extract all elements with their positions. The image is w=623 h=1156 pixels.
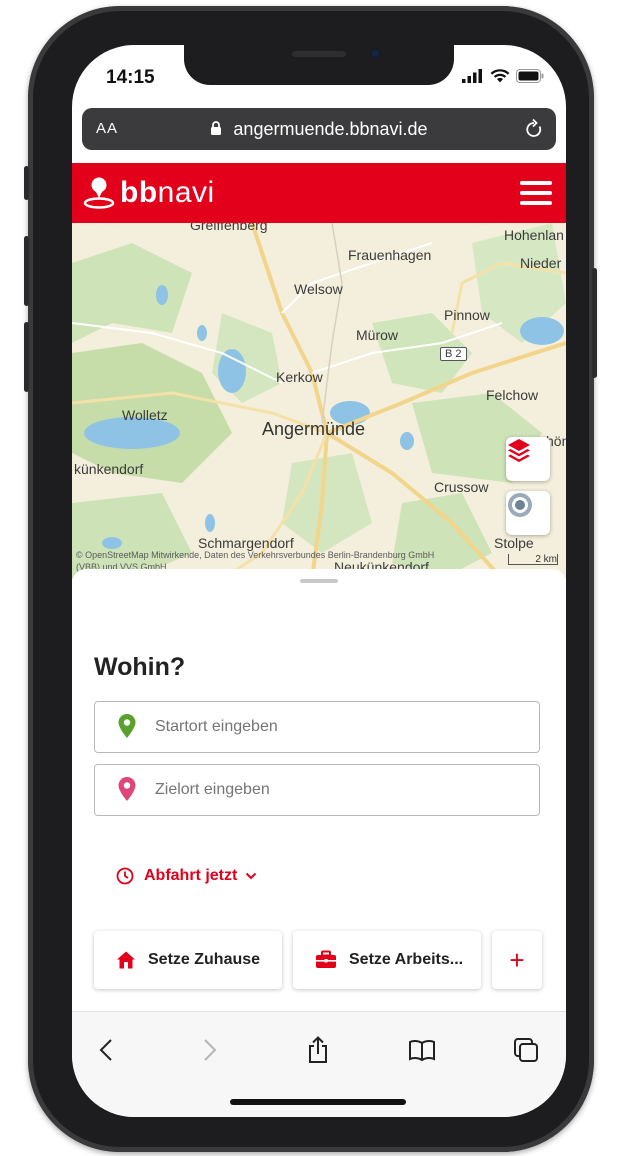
share-icon (309, 1036, 327, 1063)
locate-icon (508, 493, 532, 517)
departure-time-selector[interactable]: Abfahrt jetzt (116, 867, 257, 885)
place-label: Felchow (486, 387, 539, 403)
power-button (592, 268, 597, 378)
destination-pin-icon (118, 777, 136, 801)
location-pin-logo-icon (83, 177, 115, 209)
mute-switch (24, 166, 29, 200)
notch (184, 45, 454, 85)
place-label: Nieder (520, 255, 562, 271)
place-label: Kerkow (276, 369, 323, 385)
volume-down-button (24, 322, 29, 392)
logo-bold-text: bb (120, 176, 158, 209)
destination-input[interactable]: Zielort eingeben (94, 764, 540, 816)
lock-icon (211, 121, 222, 135)
browser-address-bar[interactable]: AA angermuende.bbnavi.de (82, 108, 556, 150)
departure-label: Abfahrt jetzt (144, 867, 238, 884)
place-label: künkendorf (74, 461, 144, 477)
layers-button[interactable] (506, 437, 550, 481)
bbnavi-logo[interactable]: bbnavi (82, 176, 215, 210)
start-placeholder: Startort eingeben (155, 718, 278, 735)
home-icon (117, 951, 135, 969)
place-label: Crussow (434, 479, 489, 495)
place-label: Mürow (356, 327, 399, 343)
tabs-button[interactable] (506, 1030, 546, 1070)
status-time: 14:15 (106, 67, 155, 88)
back-button[interactable] (86, 1030, 126, 1070)
layers-icon (508, 439, 530, 462)
map-view[interactable]: Greiffenberg Hohenlan Frauenhagen Nieder… (72, 223, 566, 579)
bookmarks-button[interactable] (402, 1030, 442, 1070)
logo-light-text: navi (157, 176, 215, 209)
app-header: bbnavi (72, 163, 566, 223)
url-text: angermuende.bbnavi.de (233, 119, 428, 139)
sheet-grabber[interactable] (300, 579, 338, 583)
menu-icon[interactable] (520, 181, 552, 205)
route-planner-sheet: Wohin? Startort eingeben Zielort eingebe… (72, 569, 566, 1025)
start-pin-icon (118, 714, 136, 738)
locate-button[interactable] (506, 491, 550, 535)
clock-icon (116, 867, 134, 885)
place-label-city: Angermünde (262, 419, 366, 439)
set-home-label: Setze Zuhause (148, 951, 261, 968)
volume-up-button (24, 236, 29, 306)
back-icon (99, 1039, 112, 1061)
forward-icon (204, 1039, 217, 1061)
map-scale: 2 km (508, 554, 558, 565)
road-shield-b2: B 2 (440, 347, 467, 361)
share-button[interactable] (298, 1030, 338, 1070)
page-title: Wohin? (94, 653, 186, 681)
place-label: Frauenhagen (348, 247, 432, 263)
reload-icon[interactable] (524, 118, 544, 140)
destination-placeholder: Zielort eingeben (155, 781, 270, 798)
battery-icon (516, 69, 544, 83)
place-label: Wolletz (122, 407, 168, 423)
speaker (292, 51, 346, 57)
logo-text: bbnavi (120, 176, 215, 210)
chevron-down-icon (246, 872, 257, 880)
set-work-button[interactable]: Setze Arbeits... (293, 931, 481, 989)
home-indicator[interactable] (230, 1099, 406, 1105)
status-icons (462, 69, 544, 83)
place-label: Greiffenberg (190, 223, 268, 233)
place-label: Welsow (294, 281, 343, 297)
place-label: Hohenlan (504, 227, 564, 243)
start-location-input[interactable]: Startort eingeben (94, 701, 540, 753)
set-work-label: Setze Arbeits... (349, 951, 464, 968)
forward-button[interactable] (190, 1030, 230, 1070)
browser-toolbar (72, 1011, 566, 1117)
cellular-signal-icon (462, 69, 482, 83)
phone-screen: 14:15 AA angermuende.bbnavi.de bbnavi Gr… (72, 45, 566, 1117)
wifi-icon (490, 69, 510, 83)
front-camera (370, 48, 381, 59)
set-home-button[interactable]: Setze Zuhause (94, 931, 282, 989)
briefcase-icon (316, 950, 336, 968)
tabs-icon (514, 1038, 538, 1062)
add-favorite-button[interactable]: + (492, 931, 542, 989)
url-field[interactable]: angermuende.bbnavi.de (82, 119, 556, 140)
place-label: Pinnow (444, 307, 490, 323)
bookmarks-icon (409, 1039, 435, 1061)
attribution-line-1: © OpenStreetMap Mitwirkende, Daten des V… (76, 550, 435, 560)
